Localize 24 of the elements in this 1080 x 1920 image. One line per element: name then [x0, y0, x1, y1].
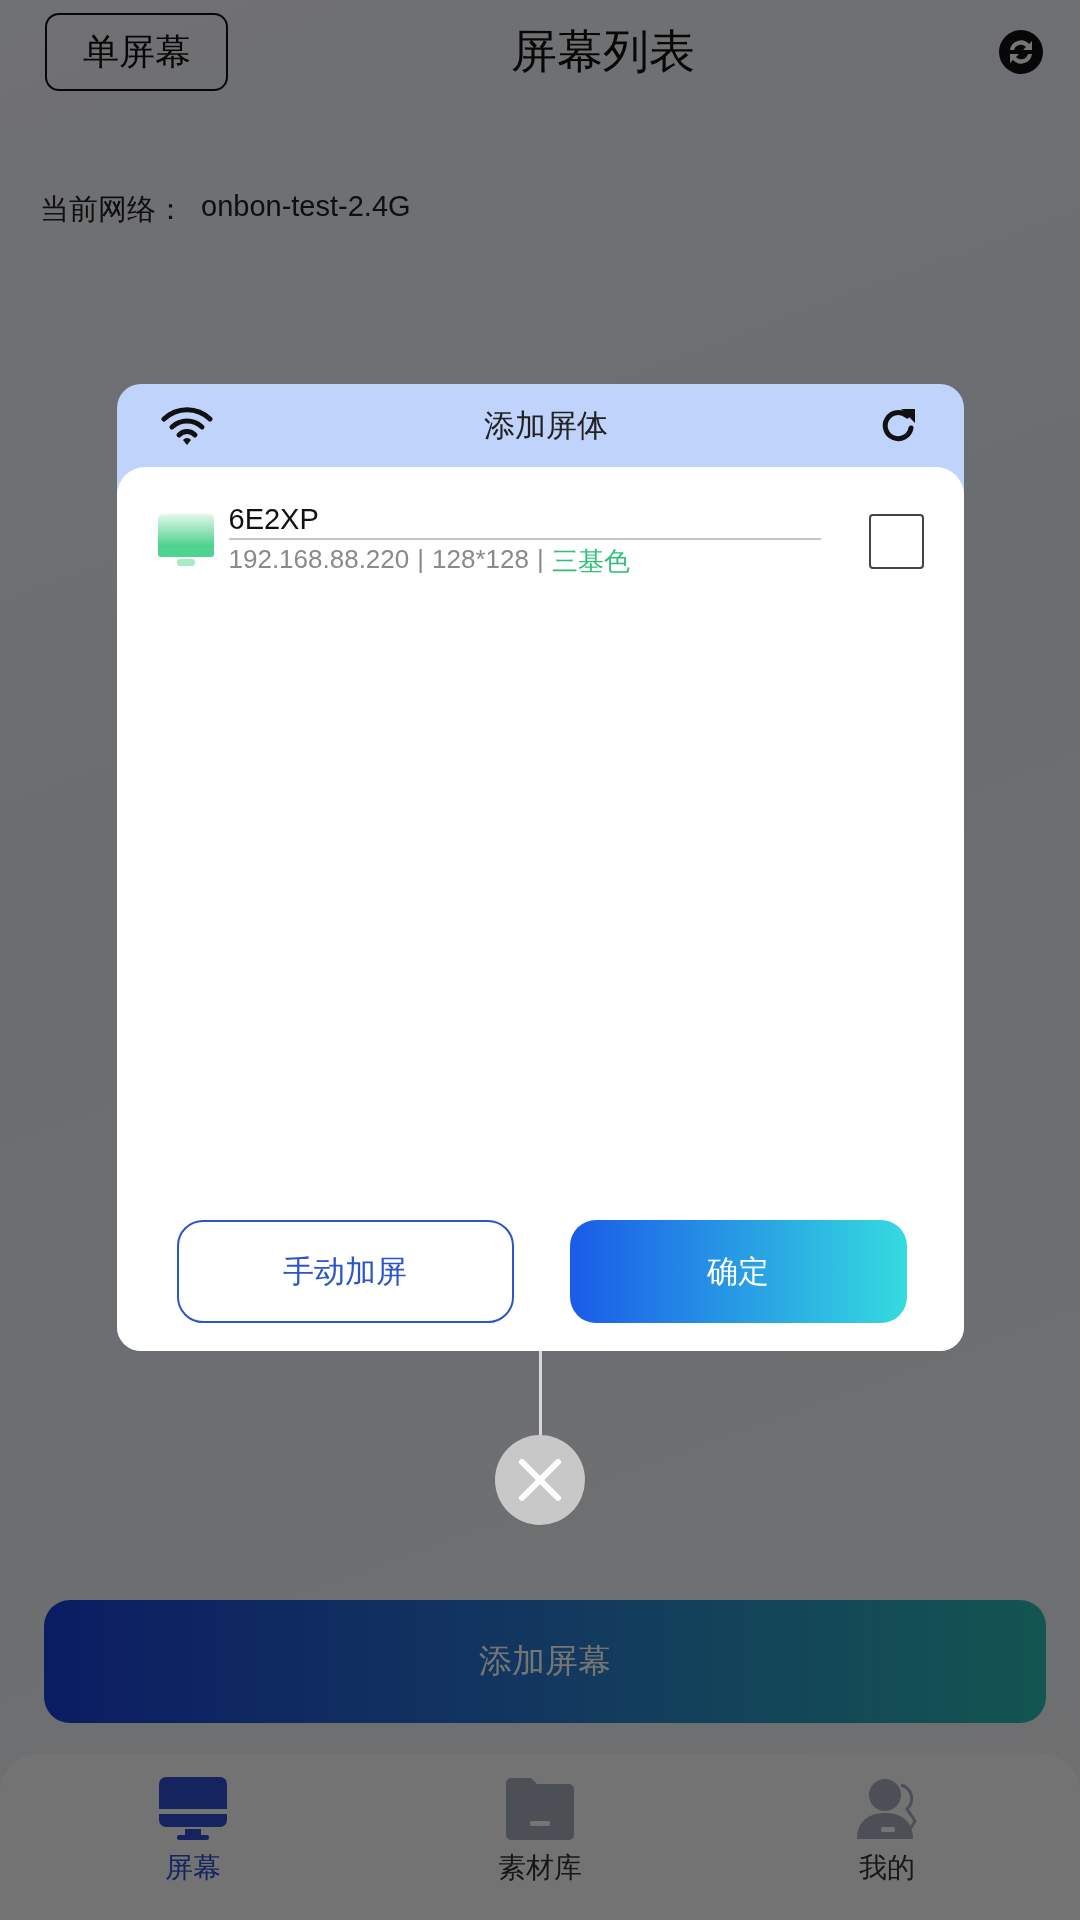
- single-screen-button[interactable]: 单屏幕: [45, 13, 228, 91]
- tab-label[interactable]: 我的: [858, 1849, 915, 1887]
- checkbox[interactable]: [868, 513, 924, 569]
- tab-label[interactable]: 素材库: [498, 1849, 582, 1887]
- close-icon[interactable]: [495, 1435, 585, 1525]
- monitor-icon: [156, 513, 215, 569]
- monitor-icon: [157, 1775, 230, 1843]
- manual-add-button[interactable]: 手动加屏: [176, 1220, 514, 1323]
- device-detail: 192.168.88.220: [228, 544, 410, 576]
- dialog-title: 添加屏体: [483, 406, 608, 445]
- separator: |: [536, 544, 544, 576]
- sync-icon[interactable]: [998, 29, 1044, 75]
- color-type: 三基色: [551, 545, 630, 578]
- folder-icon: [504, 1775, 576, 1843]
- tab-label[interactable]: 屏幕: [165, 1849, 222, 1887]
- confirm-button[interactable]: 确定: [569, 1220, 907, 1323]
- add-screen-button[interactable]: 添加屏幕: [44, 1600, 1046, 1723]
- network-label: 当前网络：: [40, 192, 185, 227]
- device-name: 6E2XP: [228, 503, 821, 540]
- page-title: 屏幕列表: [511, 24, 695, 79]
- network-name: onbon-test-2.4G: [201, 190, 411, 224]
- separator: |: [417, 544, 424, 576]
- wifi-icon: [160, 405, 213, 446]
- device-detail: 128*128: [432, 544, 529, 576]
